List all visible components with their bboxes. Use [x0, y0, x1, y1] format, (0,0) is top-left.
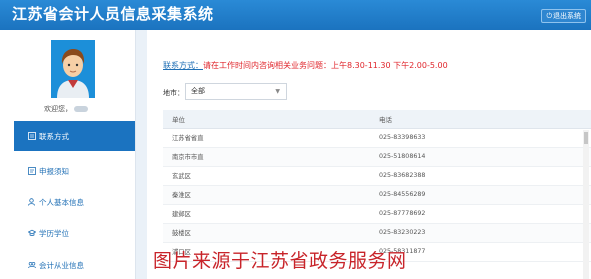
unit-cell: 江苏省省直	[163, 128, 370, 148]
contact-notice: 联系方式：请在工作时间内咨询相关业务问题：上午8.30-11.30 下午2.00…	[163, 60, 448, 71]
logout-label: 退出系统	[553, 12, 581, 20]
main-panel: 联系方式：请在工作时间内咨询相关业务问题：上午8.30-11.30 下午2.00…	[147, 30, 591, 279]
contact-table: 单位 电话 江苏省省直 025-83398633 南京市市直 025-5180861…	[163, 110, 591, 262]
sidebar-item-label: 联系方式	[39, 131, 69, 141]
sidebar-item-contact[interactable]: 联系方式	[14, 121, 135, 151]
welcome-label: 欢迎您，	[44, 105, 72, 113]
phone-cell: 025-84556289	[370, 185, 591, 205]
group-icon	[28, 262, 36, 269]
table-row: 江苏省省直 025-83398633	[163, 128, 591, 148]
app-title: 江苏省会计人员信息采集系统	[12, 5, 214, 23]
table-header-row: 单位 电话	[163, 110, 591, 129]
phone-cell: 025-83682388	[370, 166, 591, 186]
avatar	[51, 40, 95, 98]
unit-cell: 建邺区	[163, 204, 370, 224]
chevron-down-icon: ▼	[275, 88, 280, 95]
watermark-text: 图片来源于江苏省政务服务网	[153, 250, 407, 272]
top-bar: 江苏省会计人员信息采集系统 ⏻退出系统	[0, 0, 591, 30]
table-row: 秦淮区 025-84556289	[163, 185, 591, 205]
unit-cell: 玄武区	[163, 166, 370, 186]
contact-card-icon	[28, 132, 36, 140]
column-header-phone: 电话	[370, 110, 591, 129]
phone-cell: 025-83398633	[370, 128, 591, 148]
notice-icon	[28, 167, 36, 175]
sidebar-item-notice[interactable]: 申报须知	[14, 156, 135, 186]
user-avatar-icon	[51, 40, 95, 98]
unit-cell: 南京市市直	[163, 147, 370, 167]
sidebar-item-education[interactable]: 学历学位	[14, 218, 135, 248]
scrollbar-thumb[interactable]	[584, 132, 588, 144]
sidebar-item-practice-info[interactable]: 会计从业信息	[14, 250, 135, 279]
sidebar-item-label: 学历学位	[39, 228, 69, 238]
logout-button[interactable]: ⏻退出系统	[541, 9, 586, 23]
contact-label: 联系方式：	[163, 61, 203, 70]
unit-cell: 秦淮区	[163, 185, 370, 205]
table-row: 建邺区 025-87778692	[163, 204, 591, 224]
region-value: 全部	[191, 87, 205, 95]
table-row: 鼓楼区 025-83230223	[163, 223, 591, 243]
sidebar: 欢迎您， 联系方式 申报须知 个人基本信息 学历学位 会计从业信息	[0, 30, 136, 279]
sidebar-item-personal-info[interactable]: 个人基本信息	[14, 187, 135, 217]
graduation-cap-icon	[28, 229, 36, 237]
sidebar-item-label: 申报须知	[39, 166, 69, 176]
person-edit-icon	[28, 198, 35, 206]
region-select[interactable]: 全部 ▼	[185, 83, 287, 100]
phone-cell: 025-83230223	[370, 223, 591, 243]
table-row: 南京市市直 025-51808614	[163, 147, 591, 167]
sidebar-item-label: 会计从业信息	[39, 260, 84, 270]
power-icon: ⏻	[546, 12, 552, 20]
region-label: 地市：	[163, 89, 184, 97]
username-redacted	[74, 106, 88, 112]
contact-hours-text: 请在工作时间内咨询相关业务问题：上午8.30-11.30 下午2.00-5.00	[203, 61, 448, 70]
phone-cell: 025-51808614	[370, 147, 591, 167]
column-header-unit: 单位	[163, 110, 370, 129]
unit-cell: 鼓楼区	[163, 223, 370, 243]
sidebar-item-label: 个人基本信息	[39, 197, 84, 207]
table-row: 玄武区 025-83682388	[163, 166, 591, 186]
phone-cell: 025-87778692	[370, 204, 591, 224]
table-scrollbar[interactable]	[583, 130, 589, 279]
welcome-text: 欢迎您，	[44, 104, 88, 114]
